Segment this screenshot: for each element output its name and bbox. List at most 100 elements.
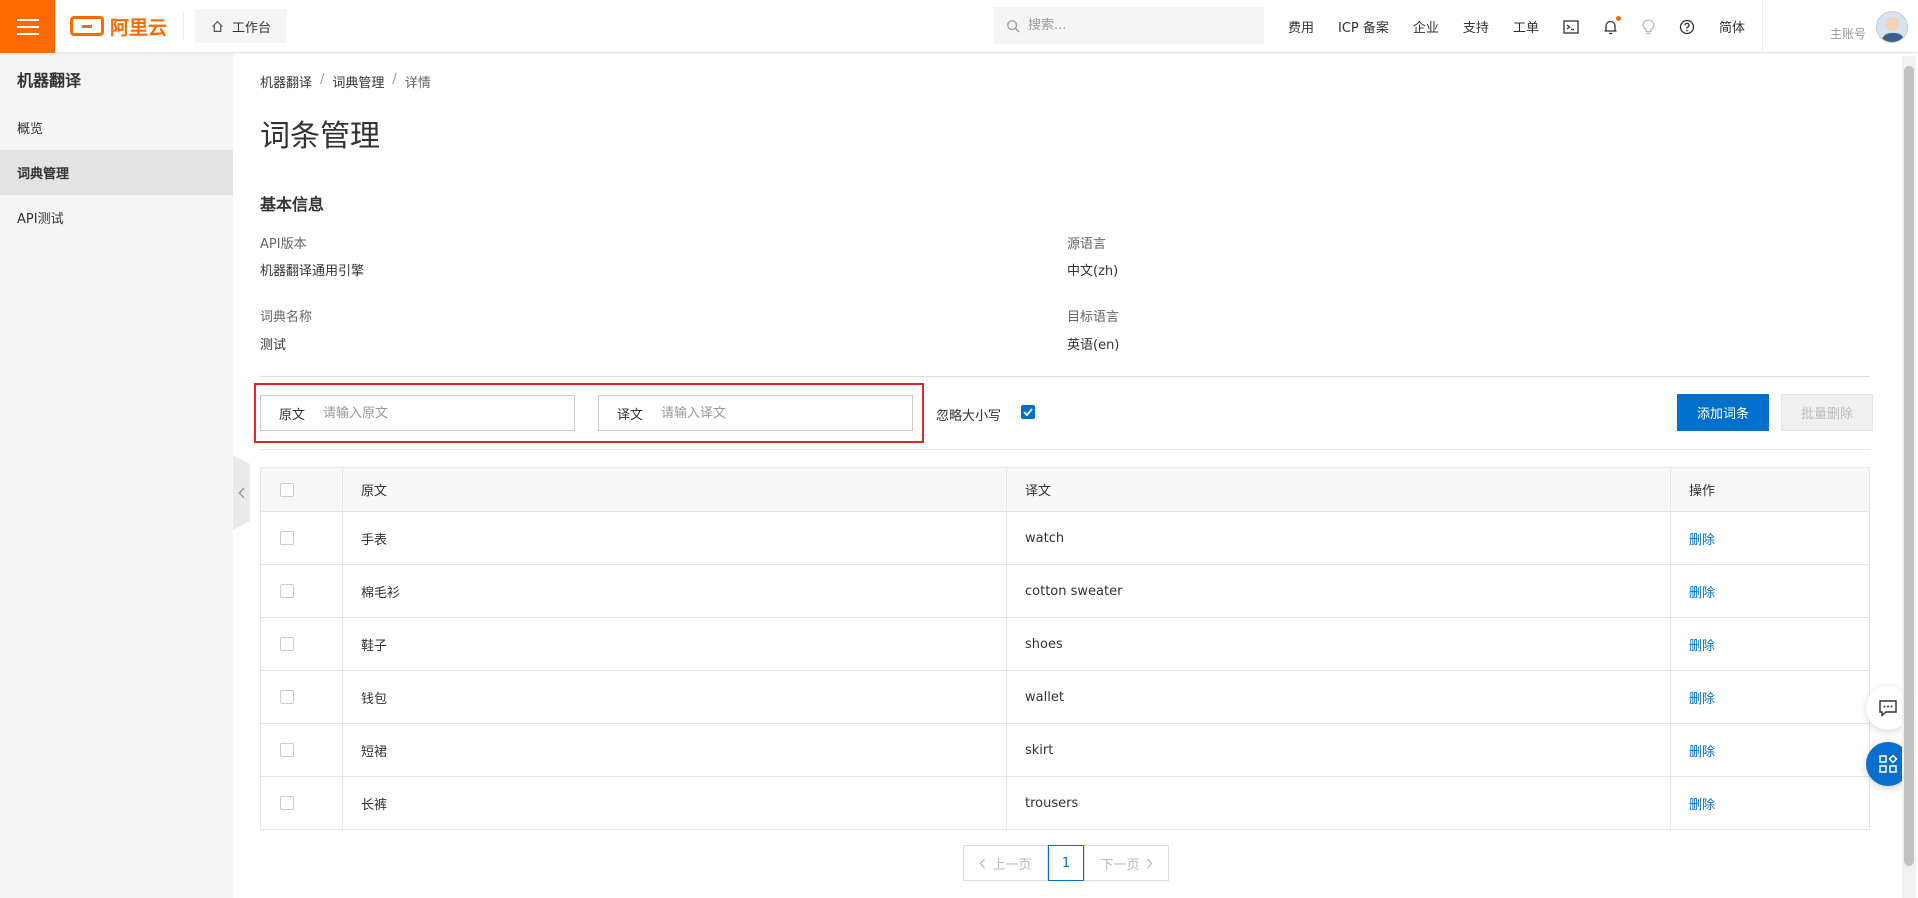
nav-billing[interactable]: 费用 bbox=[1288, 17, 1314, 36]
source-cell: 棉毛衫 bbox=[342, 564, 1007, 618]
action-cell: 删除 bbox=[1670, 776, 1870, 830]
chevron-left-icon bbox=[237, 486, 245, 499]
api-version-value: 机器翻译通用引擎 bbox=[260, 264, 365, 279]
workbench-label: 工作台 bbox=[232, 20, 272, 36]
source-input[interactable] bbox=[323, 405, 524, 421]
search-box[interactable] bbox=[994, 7, 1264, 44]
action-cell: 删除 bbox=[1670, 564, 1870, 618]
notification-dot bbox=[1615, 15, 1621, 21]
breadcrumb-dictionary[interactable]: 词典管理 bbox=[332, 72, 384, 91]
sidebar-item-dictionary[interactable]: 词典管理 bbox=[0, 150, 233, 195]
breadcrumb-separator: / bbox=[320, 72, 325, 87]
divider bbox=[260, 376, 1870, 377]
dict-name-value: 测试 bbox=[260, 338, 287, 353]
apps-grid-icon bbox=[1879, 754, 1898, 773]
delete-link[interactable]: 删除 bbox=[1689, 745, 1715, 760]
target-cell: wallet bbox=[1006, 670, 1671, 724]
check-icon bbox=[1023, 408, 1033, 416]
top-nav: 费用 ICP 备案 企业 支持 工单 简体 bbox=[1288, 0, 1745, 53]
action-cell: 删除 bbox=[1670, 511, 1870, 565]
source-lang-value: 中文(zh) bbox=[1067, 264, 1119, 279]
select-all-checkbox[interactable] bbox=[280, 482, 294, 497]
page-number-current[interactable]: 1 bbox=[1048, 845, 1084, 881]
menu-line bbox=[16, 25, 39, 28]
nav-enterprise[interactable]: 企业 bbox=[1413, 17, 1439, 36]
target-lang-label: 目标语言 bbox=[1067, 310, 1120, 325]
breadcrumb: 机器翻译 / 词典管理 / 详情 bbox=[260, 72, 431, 91]
hamburger-menu-button[interactable] bbox=[0, 0, 55, 53]
logo-text: 阿里云 bbox=[110, 16, 168, 39]
source-cell: 短裙 bbox=[342, 723, 1007, 777]
search-icon bbox=[1007, 19, 1020, 33]
ignore-case-checkbox[interactable] bbox=[1021, 405, 1035, 419]
target-filter[interactable]: 译文 bbox=[598, 395, 913, 431]
add-entry-button[interactable]: 添加词条 bbox=[1677, 394, 1769, 431]
row-checkbox[interactable] bbox=[280, 584, 294, 598]
row-checkbox[interactable] bbox=[280, 690, 294, 704]
source-filter[interactable]: 原文 bbox=[260, 395, 575, 431]
table-header-row: 原文 译文 操作 bbox=[260, 467, 1870, 512]
action-cell: 删除 bbox=[1670, 723, 1870, 777]
target-input[interactable] bbox=[661, 405, 862, 421]
nav-ticket[interactable]: 工单 bbox=[1513, 17, 1539, 36]
target-filter-label: 译文 bbox=[617, 407, 644, 423]
ignore-case-label: 忽略大小写 bbox=[936, 409, 1002, 424]
breadcrumb-current: 详情 bbox=[404, 76, 431, 91]
source-cell: 钱包 bbox=[342, 670, 1007, 724]
action-cell: 删除 bbox=[1670, 617, 1870, 671]
row-check-cell bbox=[260, 617, 343, 671]
column-header-action: 操作 bbox=[1670, 467, 1870, 512]
page-title: 词条管理 bbox=[260, 119, 380, 154]
breadcrumb-mt[interactable]: 机器翻译 bbox=[260, 72, 312, 91]
next-page-button[interactable]: 下一页 bbox=[1084, 845, 1169, 881]
aliyun-logo[interactable]: 阿里云 bbox=[70, 12, 185, 40]
target-cell: skirt bbox=[1006, 723, 1671, 777]
chat-icon bbox=[1879, 700, 1897, 717]
sidebar-collapse-button[interactable] bbox=[233, 455, 250, 530]
page-scrollbar[interactable] bbox=[1902, 56, 1916, 898]
scrollbar-thumb[interactable] bbox=[1904, 66, 1914, 866]
workbench-button[interactable]: 工作台 bbox=[195, 9, 288, 43]
target-cell: shoes bbox=[1006, 617, 1671, 671]
terminal-icon[interactable] bbox=[1563, 19, 1579, 34]
row-check-cell bbox=[260, 511, 343, 565]
row-check-cell bbox=[260, 776, 343, 830]
dict-name-label: 词典名称 bbox=[260, 310, 313, 325]
table-row: 棉毛衫 cotton sweater 删除 bbox=[260, 564, 1870, 618]
row-checkbox[interactable] bbox=[280, 531, 294, 545]
home-icon bbox=[212, 20, 223, 32]
sidebar-item-overview[interactable]: 概览 bbox=[0, 105, 233, 150]
account-area[interactable]: 主账号 bbox=[1762, 0, 1918, 53]
menu-line bbox=[16, 18, 39, 21]
table-row: 鞋子 shoes 删除 bbox=[260, 617, 1870, 671]
delete-link[interactable]: 删除 bbox=[1689, 798, 1715, 813]
prev-page-button[interactable]: 上一页 bbox=[963, 845, 1048, 881]
help-icon[interactable] bbox=[1679, 19, 1695, 35]
batch-delete-button[interactable]: 批量删除 bbox=[1781, 394, 1873, 431]
api-version-label: API版本 bbox=[260, 237, 307, 252]
delete-link[interactable]: 删除 bbox=[1689, 586, 1715, 601]
delete-link[interactable]: 删除 bbox=[1689, 692, 1715, 707]
action-cell: 删除 bbox=[1670, 670, 1870, 724]
aliyun-logo-icon bbox=[70, 16, 104, 36]
nav-support[interactable]: 支持 bbox=[1463, 17, 1489, 36]
account-name: 主账号 bbox=[1829, 27, 1866, 41]
source-lang-label: 源语言 bbox=[1067, 237, 1107, 252]
delete-link[interactable]: 删除 bbox=[1689, 639, 1715, 654]
nav-icp[interactable]: ICP 备案 bbox=[1338, 17, 1389, 36]
row-checkbox[interactable] bbox=[280, 743, 294, 757]
sidebar-item-api-test[interactable]: API测试 bbox=[0, 195, 233, 240]
search-input[interactable] bbox=[1028, 18, 1248, 33]
avatar[interactable] bbox=[1876, 10, 1908, 43]
row-checkbox[interactable] bbox=[280, 637, 294, 651]
select-all-cell bbox=[260, 467, 343, 512]
lightbulb-icon[interactable] bbox=[1642, 18, 1655, 35]
language-switch[interactable]: 简体 bbox=[1719, 17, 1745, 36]
breadcrumb-separator: / bbox=[392, 72, 397, 87]
row-check-cell bbox=[260, 723, 343, 777]
target-lang-value: 英语(en) bbox=[1067, 338, 1120, 353]
source-cell: 手表 bbox=[342, 511, 1007, 565]
bell-icon[interactable] bbox=[1603, 15, 1621, 35]
row-checkbox[interactable] bbox=[280, 796, 294, 810]
delete-link[interactable]: 删除 bbox=[1689, 533, 1715, 548]
